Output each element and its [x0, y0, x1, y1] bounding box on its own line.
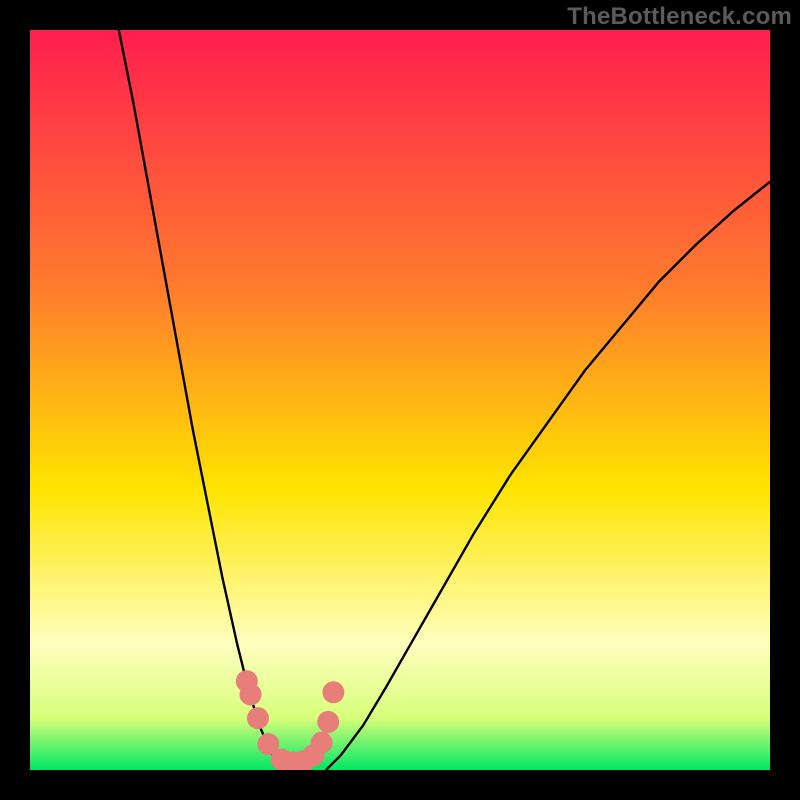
chart-svg — [30, 30, 770, 770]
valley-marker — [311, 732, 333, 754]
valley-marker — [240, 684, 262, 706]
valley-marker — [322, 681, 344, 703]
valley-marker — [317, 711, 339, 733]
valley-marker — [247, 707, 269, 729]
plot-area — [30, 30, 770, 770]
outer-frame: TheBottleneck.com — [0, 0, 800, 800]
watermark-text: TheBottleneck.com — [567, 3, 792, 31]
